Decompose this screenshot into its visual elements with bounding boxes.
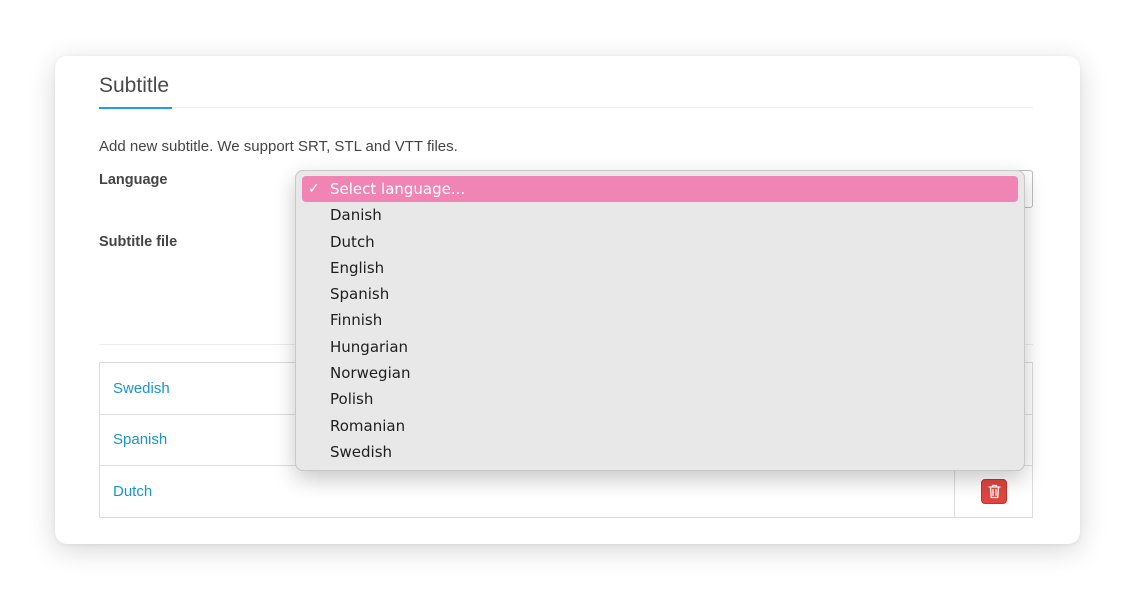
option-label: Hungarian	[330, 337, 409, 356]
option-label: English	[330, 258, 385, 277]
checkmark-icon: ✓	[308, 181, 320, 197]
language-option[interactable]: Polish	[302, 386, 1018, 412]
language-label: Language	[99, 172, 168, 188]
language-option[interactable]: ✓ Select language...	[302, 176, 1018, 203]
subtitle-language-link[interactable]: Dutch	[99, 465, 955, 518]
option-label: Danish	[330, 206, 382, 225]
delete-button[interactable]	[980, 478, 1007, 504]
language-option[interactable]: Romanian	[302, 413, 1018, 439]
intro-text: Add new subtitle. We support SRT, STL an…	[99, 138, 458, 155]
trash-icon	[987, 484, 1001, 498]
language-option[interactable]: Dutch	[302, 229, 1018, 255]
language-option[interactable]: Danish	[302, 202, 1018, 228]
option-label: Romanian	[330, 416, 406, 435]
option-label: Norwegian	[330, 364, 411, 383]
actions-cell	[954, 465, 1033, 518]
option-label: Finnish	[330, 311, 383, 330]
option-label: Swedish	[330, 442, 393, 461]
option-label: Dutch	[330, 232, 375, 251]
section-header: Subtitle	[99, 72, 1033, 109]
language-option[interactable]: Hungarian	[302, 334, 1018, 360]
language-option[interactable]: English	[302, 255, 1018, 281]
subtitle-file-label: Subtitle file	[99, 234, 178, 250]
option-label: Spanish	[330, 285, 390, 304]
table-row: Dutch	[99, 465, 1033, 518]
language-dropdown-menu: ✓ Select language... Danish Dutch Englis…	[295, 170, 1025, 471]
option-label: Polish	[330, 390, 374, 409]
language-option[interactable]: Swedish	[302, 439, 1018, 465]
language-option[interactable]: Finnish	[302, 307, 1018, 333]
option-label: Select language...	[330, 180, 466, 198]
language-option[interactable]: Spanish	[302, 281, 1018, 307]
language-option[interactable]: Norwegian	[302, 360, 1018, 386]
section-title: Subtitle	[99, 74, 172, 109]
